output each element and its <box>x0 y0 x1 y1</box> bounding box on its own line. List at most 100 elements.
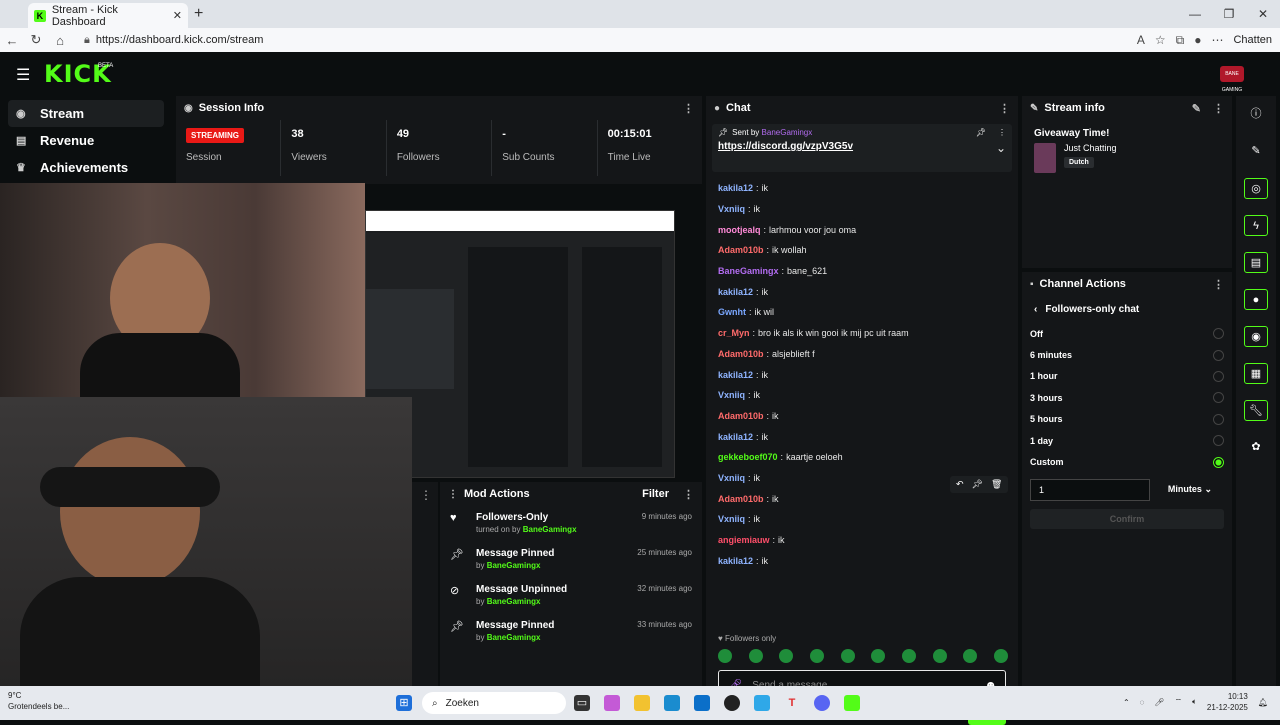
emote-icon[interactable] <box>993 649 1008 663</box>
chat-username[interactable]: kakila12 <box>718 432 753 442</box>
mod-action-user[interactable]: BaneGamingx <box>523 525 577 534</box>
more-options-icon[interactable]: ⋮ <box>683 488 694 501</box>
chat-username[interactable]: Vxniiq <box>718 390 745 400</box>
radio-button[interactable] <box>1213 392 1224 404</box>
chat-message[interactable]: Gwnht: ik wil <box>718 302 1006 323</box>
pinned-link[interactable]: https://discord.gg/vzpV3G5v <box>718 141 853 155</box>
outlook-icon[interactable] <box>694 695 710 711</box>
followers-only-option[interactable]: 1 day <box>1022 430 1232 451</box>
close-window-icon[interactable]: ✕ <box>1246 0 1280 28</box>
document-icon[interactable]: ▤ <box>1244 252 1268 273</box>
radio-button[interactable] <box>1213 328 1224 340</box>
chat-message[interactable]: angiemiauw: ik <box>718 530 1006 551</box>
more-options-icon[interactable]: ⋮ <box>1213 102 1224 115</box>
radio-button[interactable] <box>1213 435 1224 447</box>
chat-username[interactable]: kakila12 <box>718 556 753 566</box>
more-options-icon[interactable]: ⋮ <box>1213 278 1224 291</box>
chat-message[interactable]: kakila12: ik <box>718 364 1006 385</box>
camera-icon[interactable]: ◎ <box>1244 178 1268 199</box>
copilot-chatten-button[interactable]: Chatten <box>1233 34 1272 46</box>
emote-icon[interactable] <box>840 649 855 663</box>
followers-only-option[interactable]: Custom <box>1022 451 1232 472</box>
pinned-user[interactable]: BaneGamingx <box>762 128 813 137</box>
weather-widget[interactable]: 9°C Grotendeels be... <box>8 690 69 712</box>
emote-icon[interactable] <box>901 649 916 663</box>
windows-start-icon[interactable]: ⊞ <box>396 695 412 711</box>
clock[interactable]: 10:13 21-12-2025 <box>1207 691 1248 713</box>
chat-message[interactable]: kakila12: ik <box>718 281 1006 302</box>
copilot-icon[interactable] <box>604 695 620 711</box>
chat-username[interactable]: kakila12 <box>718 287 753 297</box>
emote-icon[interactable] <box>718 649 732 663</box>
chat-message[interactable]: kakila12: ik <box>718 178 1006 199</box>
unit-select[interactable]: Minutes ⌄ <box>1168 484 1212 495</box>
chat-username[interactable]: mootjealq <box>718 225 761 235</box>
followers-only-option[interactable]: Off <box>1022 323 1232 344</box>
followers-only-back[interactable]: ‹ Followers-only chat <box>1022 296 1232 323</box>
chat-message[interactable]: Vxniiq: ik <box>718 385 1006 406</box>
emote-icon[interactable] <box>809 649 824 663</box>
back-icon[interactable]: ← <box>0 33 24 48</box>
drag-handle-icon[interactable]: ⋮ <box>448 489 458 500</box>
info-icon[interactable]: ⓘ <box>1244 104 1268 125</box>
chat-username[interactable]: Adam010b <box>718 245 764 255</box>
chat-message[interactable]: Adam010b: alsjeblieft f <box>718 344 1006 365</box>
custom-duration-input[interactable]: 1 <box>1030 478 1150 501</box>
mod-action-user[interactable]: BaneGamingx <box>487 597 541 606</box>
confirm-button[interactable]: Confirm <box>1030 508 1224 529</box>
chat-message[interactable]: Adam010b: ik <box>718 406 1006 427</box>
chat-username[interactable]: kakila12 <box>718 183 753 193</box>
minimize-icon[interactable]: — <box>1178 0 1212 28</box>
followers-only-option[interactable]: 5 hours <box>1022 409 1232 430</box>
chat-username[interactable]: Adam010b <box>718 494 764 504</box>
pin-icon[interactable]: 📌︎ <box>972 479 983 490</box>
more-options-icon[interactable]: ⋮ <box>999 102 1010 115</box>
more-options-icon[interactable]: ⋮ <box>998 128 1006 137</box>
followers-only-option[interactable]: 3 hours <box>1022 387 1232 408</box>
chat-username[interactable]: cr_Myn <box>718 328 750 338</box>
filter-button[interactable]: Filter <box>642 488 669 500</box>
radio-button[interactable] <box>1213 456 1224 468</box>
taskbar-search[interactable]: ⌕ Zoeken <box>422 692 566 714</box>
chat-username[interactable]: Gwnht <box>718 307 746 317</box>
wrench-icon[interactable]: 🔧︎ <box>1244 400 1268 421</box>
chat-bubble-icon[interactable]: ● <box>1244 289 1268 310</box>
followers-only-option[interactable]: 1 hour <box>1022 366 1232 387</box>
broadcast-icon[interactable]: ◉ <box>1244 326 1268 347</box>
chat-username[interactable]: kakila12 <box>718 370 753 380</box>
chevron-up-icon[interactable]: ⌃ <box>1123 698 1130 707</box>
extensions-icon[interactable]: ⧉ <box>1176 33 1185 48</box>
sidebar-item-stream[interactable]: ◉ Stream <box>8 100 164 127</box>
more-options-icon[interactable]: ⋮ <box>683 102 694 115</box>
mic-icon[interactable]: 🎤︎ <box>1154 698 1164 707</box>
read-aloud-icon[interactable]: A <box>1137 33 1145 47</box>
radio-button[interactable] <box>1213 349 1224 361</box>
profile-icon[interactable]: ● <box>1194 33 1201 47</box>
emote-icon[interactable] <box>932 649 947 663</box>
edit-icon[interactable]: ✎ <box>1192 102 1201 115</box>
lightning-icon[interactable]: ϟ <box>1244 215 1268 236</box>
volume-icon[interactable]: 🔈︎ <box>1192 697 1197 707</box>
chat-message[interactable]: gekkeboef070: kaartje oeloeh <box>718 447 1006 468</box>
new-tab-icon[interactable]: + <box>194 5 203 23</box>
mod-tools-icon[interactable]: ▦ <box>1244 363 1268 384</box>
kick-app-icon[interactable] <box>844 695 860 711</box>
discord-icon[interactable] <box>814 695 830 711</box>
maximize-icon[interactable]: ❐ <box>1212 0 1246 28</box>
sidebar-item-achievements[interactable]: ♛ Achievements <box>0 154 172 181</box>
radio-button[interactable] <box>1213 413 1224 425</box>
followers-only-option[interactable]: 6 minutes <box>1022 344 1232 365</box>
menu-dots-icon[interactable]: ⋯ <box>1211 33 1223 47</box>
reload-icon[interactable]: ↻ <box>24 32 48 48</box>
palette-icon[interactable]: ✿ <box>1244 437 1268 458</box>
notifications-icon[interactable]: 🔔︎ <box>1258 698 1268 707</box>
edge-icon[interactable] <box>664 695 680 711</box>
channel-avatar[interactable]: BANE GAMING <box>1220 66 1244 93</box>
chat-message[interactable]: BaneGamingx: bane_621 <box>718 261 1006 282</box>
more-options-icon[interactable]: ⋮ <box>412 482 438 508</box>
chat-message[interactable]: Vxniiq: ik <box>718 199 1006 220</box>
chat-username[interactable]: gekkeboef070 <box>718 452 778 462</box>
delete-icon[interactable]: 🗑︎ <box>991 479 1002 490</box>
mod-action-user[interactable]: BaneGamingx <box>487 561 541 570</box>
chat-message[interactable]: cr_Myn: bro ik als ik win gooi ik mij pc … <box>718 323 1006 344</box>
